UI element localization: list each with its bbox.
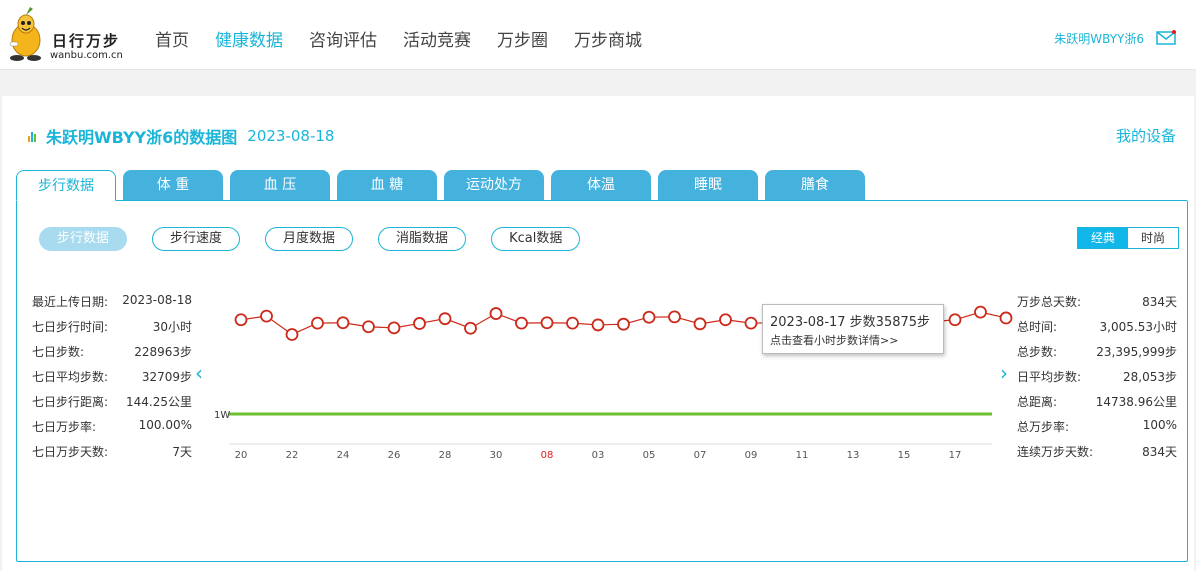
step-point[interactable] [719,313,732,327]
x-tick-label: 09 [745,450,758,461]
stat-row: 总时间: 3,005.53小时 [1017,320,1177,334]
stat-row: 总步数: 23,395,999步 [1017,345,1177,359]
x-tick-label: 08 [541,450,554,461]
total-stats: 万步总天数: 834天 总时间: 3,005.53小时 总步数: 23,395,999… [1017,293,1177,468]
mail-icon[interactable] [1156,30,1176,46]
nav-item-activities[interactable]: 活动竞赛 [403,26,471,51]
step-point[interactable] [362,320,375,334]
stat-row: 万步总天数: 834天 [1017,295,1177,309]
subtab-monthly-data[interactable]: 月度数据 [265,227,354,251]
step-point[interactable] [617,317,630,331]
x-tick-label: 17 [949,450,962,461]
step-point[interactable] [668,310,681,324]
tab-diet[interactable]: 膳食 [765,170,865,200]
step-point[interactable] [489,307,503,320]
data-category-tabs: 步行数据 体 重 血 压 血 糖 运动处方 体温 睡眠 膳食 [16,170,872,201]
page-date: 2023-08-18 [247,127,335,145]
x-tick-label: 03 [592,450,605,461]
tab-exercise-prescription[interactable]: 运动处方 [444,170,544,200]
x-tick-label: 30 [490,450,503,461]
mode-classic-button[interactable]: 经典 [1078,228,1128,248]
subtab-kcal-data[interactable]: Kcal数据 [491,227,581,251]
walking-data-content: 步行数据 步行速度 月度数据 消脂数据 Kcal数据 经典 时尚 最近上传日期:… [16,200,1188,562]
stat-row: 七日步数: 228963步 [32,345,192,359]
x-tick-label: 26 [388,450,401,461]
step-point[interactable] [515,316,528,330]
step-point[interactable] [285,328,299,341]
step-point[interactable] [464,321,477,335]
step-point[interactable] [642,310,656,324]
step-point[interactable] [974,305,987,319]
user-name-link[interactable]: 朱跃明WBYY浙6 [1054,30,1144,47]
subtab-walking-data[interactable]: 步行数据 [39,227,128,251]
step-point[interactable] [311,316,324,330]
tab-weight[interactable]: 体 重 [123,170,223,200]
stat-row: 七日步行时间: 30小时 [32,320,192,334]
x-tick-label: 11 [796,450,809,461]
x-tick-label: 28 [439,450,452,461]
tab-sleep[interactable]: 睡眠 [658,170,758,200]
stat-row: 日平均步数: 28,053步 [1017,370,1177,384]
x-tick-label: 13 [847,450,860,461]
main-nav: 首页 健康数据 咨询评估 活动竞赛 万步圈 万步商城 [142,26,655,51]
brand-url: wanbu.com.cn [50,50,123,61]
step-point[interactable] [540,316,554,330]
x-tick-label: 20 [235,450,248,461]
tooltip-detail-link[interactable]: 点击查看小时步数详情>> [770,332,936,348]
view-mode-toggle: 经典 时尚 [1077,227,1179,249]
step-point[interactable] [438,312,452,326]
stat-row: 最近上传日期: 2023-08-18 [32,293,192,309]
step-point[interactable] [999,311,1013,325]
tab-blood-sugar[interactable]: 血 糖 [337,170,437,200]
step-point[interactable] [591,318,605,332]
x-tick-label: 05 [643,450,656,461]
data-panel: 朱跃明WBYY浙6的数据图 2023-08-18 我的设备 步行数据 体 重 血… [2,96,1194,571]
step-point[interactable] [948,313,962,327]
x-tick-label: 07 [694,450,707,461]
tooltip-title: 2023-08-17 步数35875步 [770,315,931,330]
sub-tabs: 步行数据 步行速度 月度数据 消脂数据 Kcal数据 [39,227,605,251]
nav-item-mall[interactable]: 万步商城 [574,26,642,51]
step-point[interactable] [744,316,758,330]
step-point[interactable] [336,316,350,330]
mode-fashion-button[interactable]: 时尚 [1128,228,1178,248]
step-point[interactable] [566,316,579,330]
x-tick-label: 24 [337,450,350,461]
tab-temperature[interactable]: 体温 [551,170,651,200]
seven-day-stats: 最近上传日期: 2023-08-18 七日步行时间: 30小时 七日步数: 22896… [32,293,192,468]
x-tick-label: 22 [286,450,299,461]
stat-row: 连续万步天数: 834天 [1017,445,1177,459]
threshold-label: 1W [214,410,230,421]
stat-row: 总距离: 14738.96公里 [1017,395,1177,409]
stat-row: 七日平均步数: 32709步 [32,370,192,384]
page-title: 朱跃明WBYY浙6的数据图 [46,128,238,147]
step-tooltip[interactable]: 2023-08-17 步数35875步 点击查看小时步数详情>> [762,304,944,354]
stat-row: 七日步行距离: 144.25公里 [32,395,192,409]
bar-chart-icon [28,130,38,142]
nav-item-health-data[interactable]: 健康数据 [215,26,283,51]
my-device-link[interactable]: 我的设备 [1116,125,1176,146]
step-point[interactable] [234,313,248,327]
step-point[interactable] [693,317,707,331]
brand-name: 日行万步 [52,32,121,50]
stat-row: 总万步率: 100% [1017,418,1177,434]
step-point[interactable] [260,309,273,323]
nav-item-home[interactable]: 首页 [155,26,189,51]
stat-row: 七日万步天数: 7天 [32,445,192,459]
stat-row: 七日万步率: 100.00% [32,418,192,434]
step-point[interactable] [387,321,401,335]
tab-blood-pressure[interactable]: 血 压 [230,170,330,200]
subtab-walking-speed[interactable]: 步行速度 [152,227,241,251]
title-row: 朱跃明WBYY浙6的数据图 2023-08-18 [28,124,334,148]
nav-item-consult[interactable]: 咨询评估 [309,26,377,51]
nav-item-circle[interactable]: 万步圈 [497,26,548,51]
top-navigation-bar: 日行万步 wanbu.com.cn 首页 健康数据 咨询评估 活动竞赛 万步圈 … [0,0,1196,70]
x-tick-label: 15 [898,450,911,461]
step-point[interactable] [413,317,426,330]
subtab-fat-burn-data[interactable]: 消脂数据 [378,227,467,251]
tab-walking[interactable]: 步行数据 [16,170,116,201]
